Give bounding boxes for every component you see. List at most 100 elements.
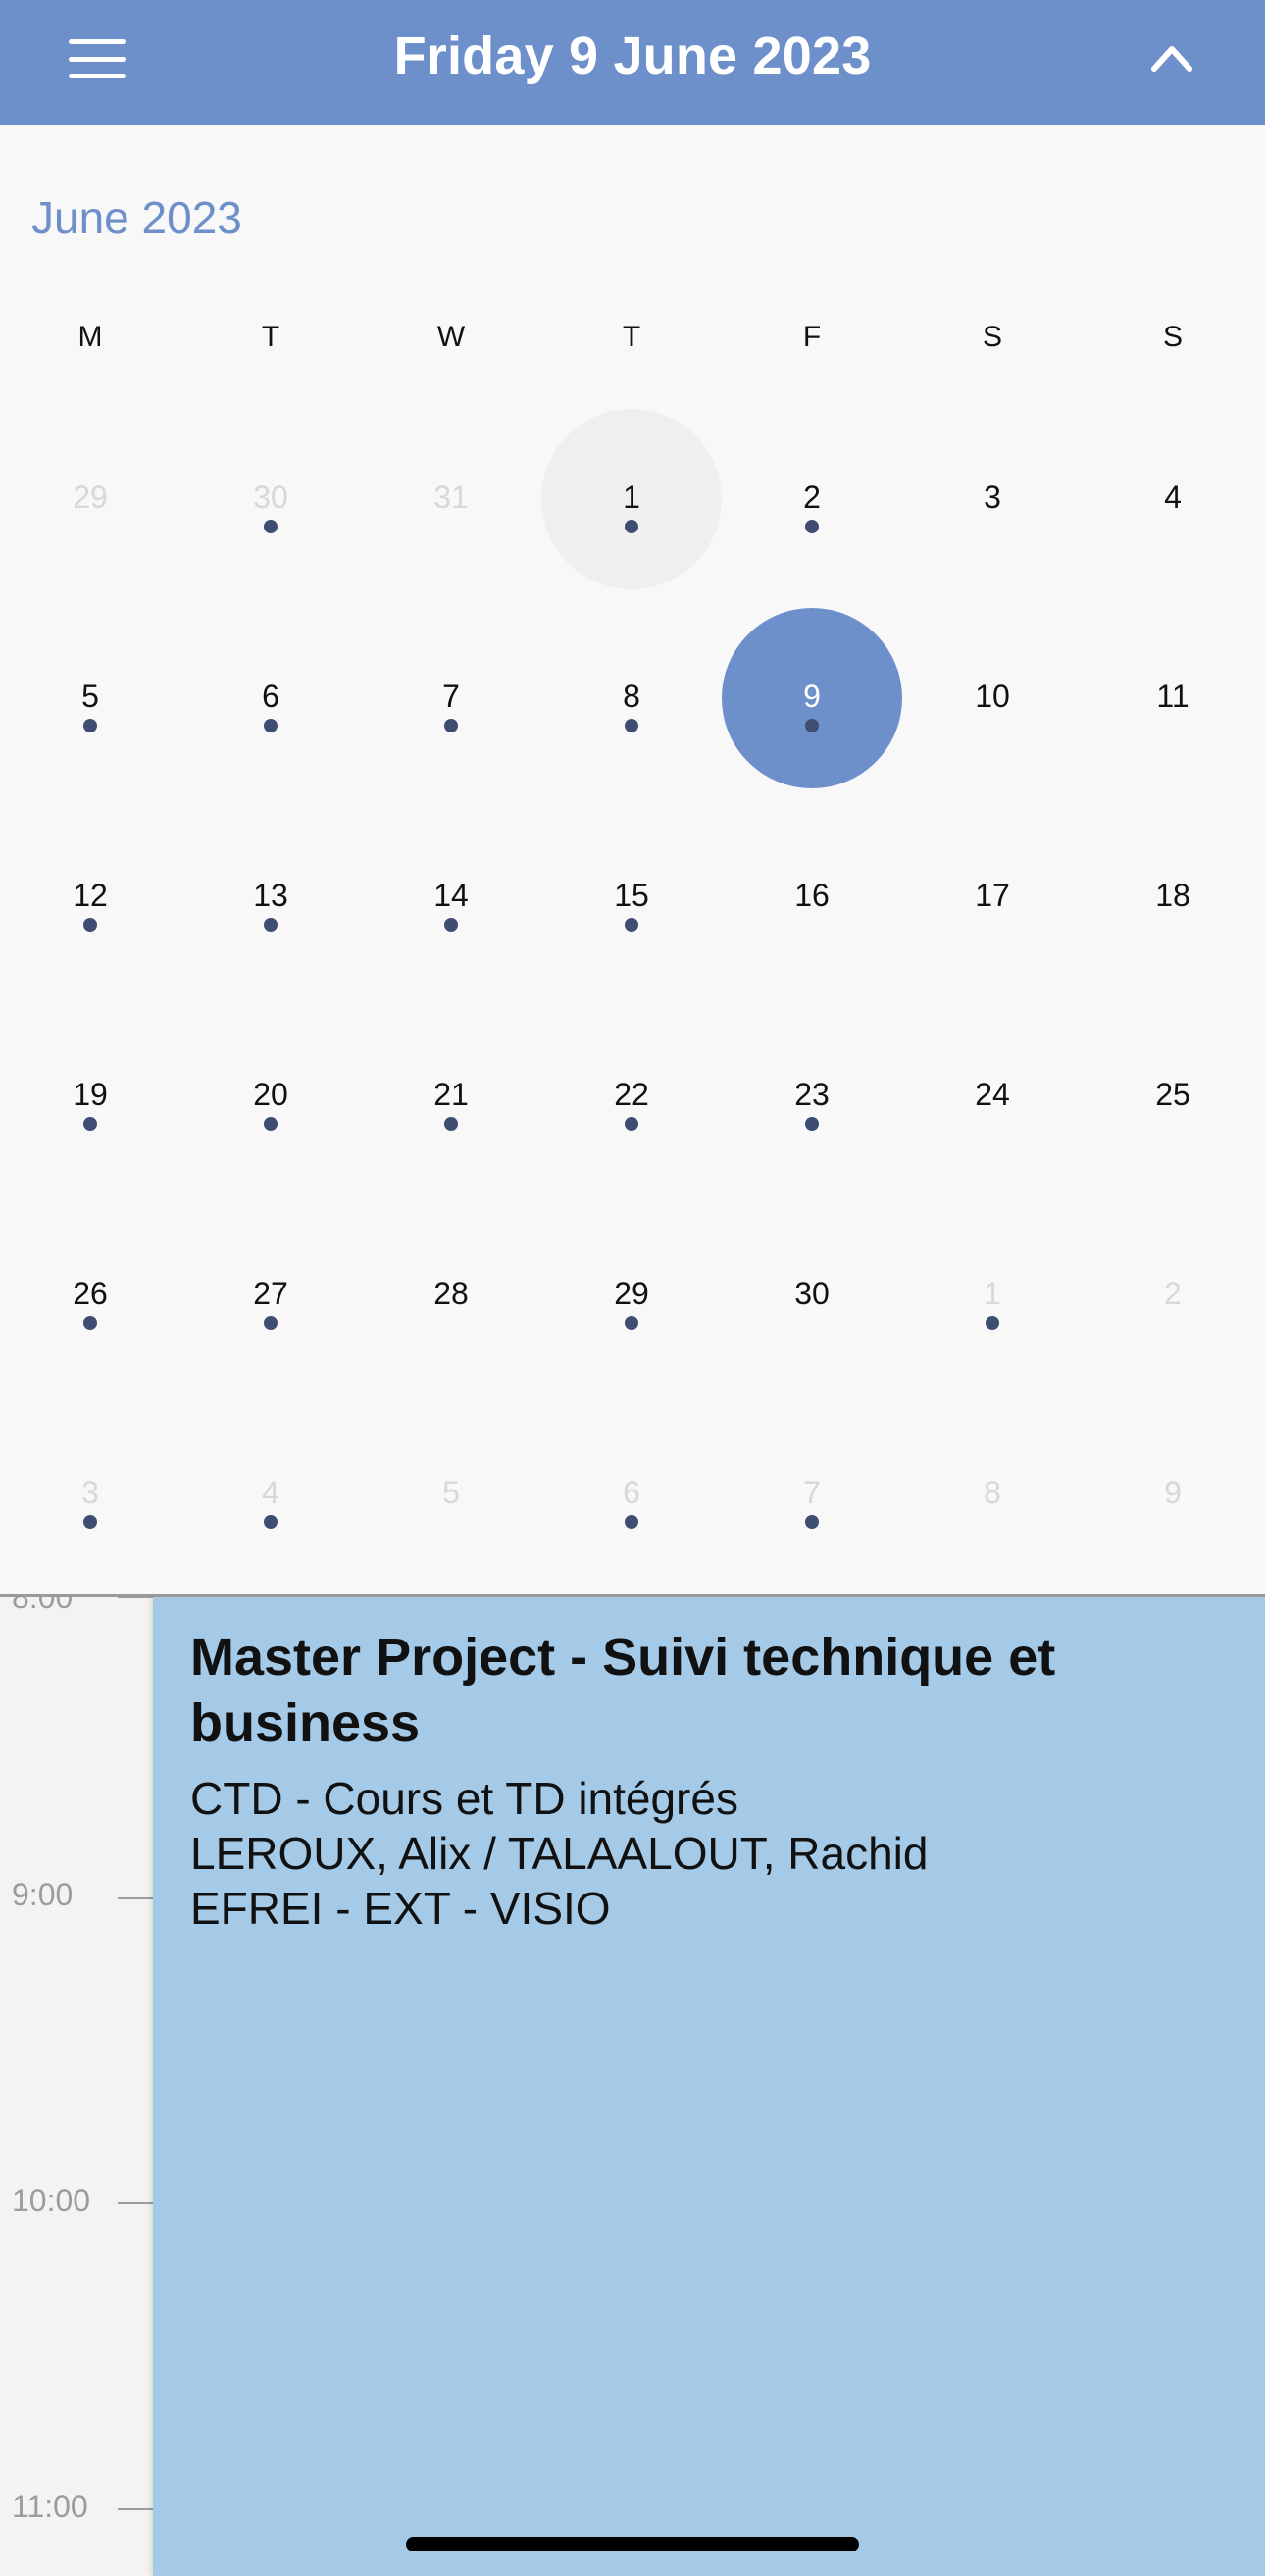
- day-cell[interactable]: 15: [541, 807, 722, 1006]
- day-cell[interactable]: 17: [902, 807, 1083, 1006]
- day-cell[interactable]: 28: [361, 1205, 541, 1404]
- day-cell[interactable]: 14: [361, 807, 541, 1006]
- event-dot: [264, 1316, 278, 1330]
- day-number: 29: [73, 480, 108, 515]
- day-cell[interactable]: 5: [361, 1404, 541, 1603]
- weekday-label: F: [802, 321, 822, 353]
- day-number: 21: [433, 1077, 469, 1112]
- day-number: 30: [253, 480, 288, 515]
- event-dot: [805, 719, 819, 732]
- day-cell[interactable]: 12: [0, 807, 180, 1006]
- day-number: 25: [1155, 1077, 1190, 1112]
- day-cell[interactable]: 13: [180, 807, 361, 1006]
- day-cell[interactable]: 8: [541, 608, 722, 807]
- day-cell[interactable]: 4: [180, 1404, 361, 1603]
- day-cell[interactable]: 7: [361, 608, 541, 807]
- day-number: 7: [442, 679, 460, 714]
- day-cell[interactable]: 26: [0, 1205, 180, 1404]
- event-dot: [805, 1117, 819, 1131]
- event-title: Master Project - Suivi technique et busi…: [190, 1628, 1056, 1752]
- event-card[interactable]: Master Project - Suivi technique et busi…: [153, 1597, 1265, 2576]
- event-dot: [805, 520, 819, 533]
- day-cell[interactable]: 19: [0, 1006, 180, 1205]
- day-cell[interactable]: 1: [902, 1205, 1083, 1404]
- day-number: 18: [1155, 878, 1190, 913]
- day-number: 5: [81, 679, 99, 714]
- day-cell[interactable]: 16: [722, 807, 902, 1006]
- weekday-label: M: [77, 321, 103, 353]
- hour-label: 8:00: [12, 1597, 74, 1615]
- day-number: 24: [975, 1077, 1010, 1112]
- day-number: 10: [975, 679, 1010, 714]
- day-number: 29: [614, 1276, 649, 1311]
- hour-tick: [118, 2508, 153, 2510]
- day-timeline: 8:00 9:00 10:00 11:00 Master Project - S…: [0, 1597, 1265, 2576]
- day-number: 9: [803, 679, 821, 714]
- event-dot: [625, 918, 638, 932]
- day-number: 23: [794, 1077, 830, 1112]
- day-cell[interactable]: 27: [180, 1205, 361, 1404]
- day-number: 1: [623, 480, 640, 515]
- day-cell[interactable]: 29: [541, 1205, 722, 1404]
- day-number: 6: [262, 679, 279, 714]
- calendar-screen: Friday 9 June 2023 June 2023 MTWTFSS 29 3…: [0, 0, 1265, 2576]
- day-cell[interactable]: 22: [541, 1006, 722, 1205]
- day-cell[interactable]: 3: [0, 1404, 180, 1603]
- day-cell[interactable]: 18: [1083, 807, 1263, 1006]
- day-number: 20: [253, 1077, 288, 1112]
- hour-label: 11:00: [12, 2489, 88, 2524]
- event-type: CTD - Cours et TD intégrés: [190, 1773, 738, 1824]
- event-dot: [264, 520, 278, 533]
- day-cell[interactable]: 4: [1083, 409, 1263, 608]
- day-cell[interactable]: 20: [180, 1006, 361, 1205]
- day-cell[interactable]: 31: [361, 409, 541, 608]
- day-cell[interactable]: 30: [722, 1205, 902, 1404]
- day-cell[interactable]: 8: [902, 1404, 1083, 1603]
- hour-tick: [118, 1597, 153, 1598]
- day-number: 4: [1164, 480, 1182, 515]
- selected-date-title: Friday 9 June 2023: [393, 26, 872, 85]
- event-dot: [83, 719, 97, 732]
- day-number: 3: [81, 1475, 99, 1510]
- day-cell[interactable]: 6: [180, 608, 361, 807]
- day-number: 2: [1164, 1276, 1182, 1311]
- event-dot: [264, 1117, 278, 1131]
- day-cell[interactable]: 30: [180, 409, 361, 608]
- day-cell[interactable]: 7: [722, 1404, 902, 1603]
- day-cell[interactable]: 25: [1083, 1006, 1263, 1205]
- event-dot: [264, 719, 278, 732]
- day-cell[interactable]: 21: [361, 1006, 541, 1205]
- event-dot: [83, 1316, 97, 1330]
- day-cell[interactable]: 9: [1083, 1404, 1263, 1603]
- day-cell[interactable]: 11: [1083, 608, 1263, 807]
- day-number: 22: [614, 1077, 649, 1112]
- event-dot: [83, 918, 97, 932]
- day-cell[interactable]: 5: [0, 608, 180, 807]
- day-cell[interactable]: 2: [1083, 1205, 1263, 1404]
- day-number: 13: [253, 878, 288, 913]
- day-cell[interactable]: 24: [902, 1006, 1083, 1205]
- day-cell[interactable]: 2: [722, 409, 902, 608]
- month-title: June 2023: [31, 192, 242, 243]
- day-number: 8: [984, 1475, 1001, 1510]
- top-bar: Friday 9 June 2023: [0, 0, 1265, 125]
- day-cell-selected[interactable]: 9: [722, 608, 902, 807]
- day-cell[interactable]: 29: [0, 409, 180, 608]
- day-cell[interactable]: 10: [902, 608, 1083, 807]
- day-number: 9: [1164, 1475, 1182, 1510]
- weekday-label: T: [261, 321, 280, 353]
- weekday-header: MTWTFSS: [0, 321, 1265, 379]
- event-dot: [444, 918, 458, 932]
- day-number: 14: [433, 878, 469, 913]
- day-cell[interactable]: 6: [541, 1404, 722, 1603]
- day-cell-today[interactable]: 1: [541, 409, 722, 608]
- day-cell[interactable]: 3: [902, 409, 1083, 608]
- event-dot: [444, 719, 458, 732]
- day-number: 12: [73, 878, 108, 913]
- chevron-up-icon[interactable]: [1147, 37, 1196, 76]
- day-number: 19: [73, 1077, 108, 1112]
- event-dot: [264, 1515, 278, 1529]
- hour-tick: [118, 2202, 153, 2204]
- day-cell[interactable]: 23: [722, 1006, 902, 1205]
- day-grid: 29 30 31 1 2 3 4 5 6 7 8 9 10 11 12 13 14 15 16 17 18 19 20 21 2…: [0, 409, 1265, 1605]
